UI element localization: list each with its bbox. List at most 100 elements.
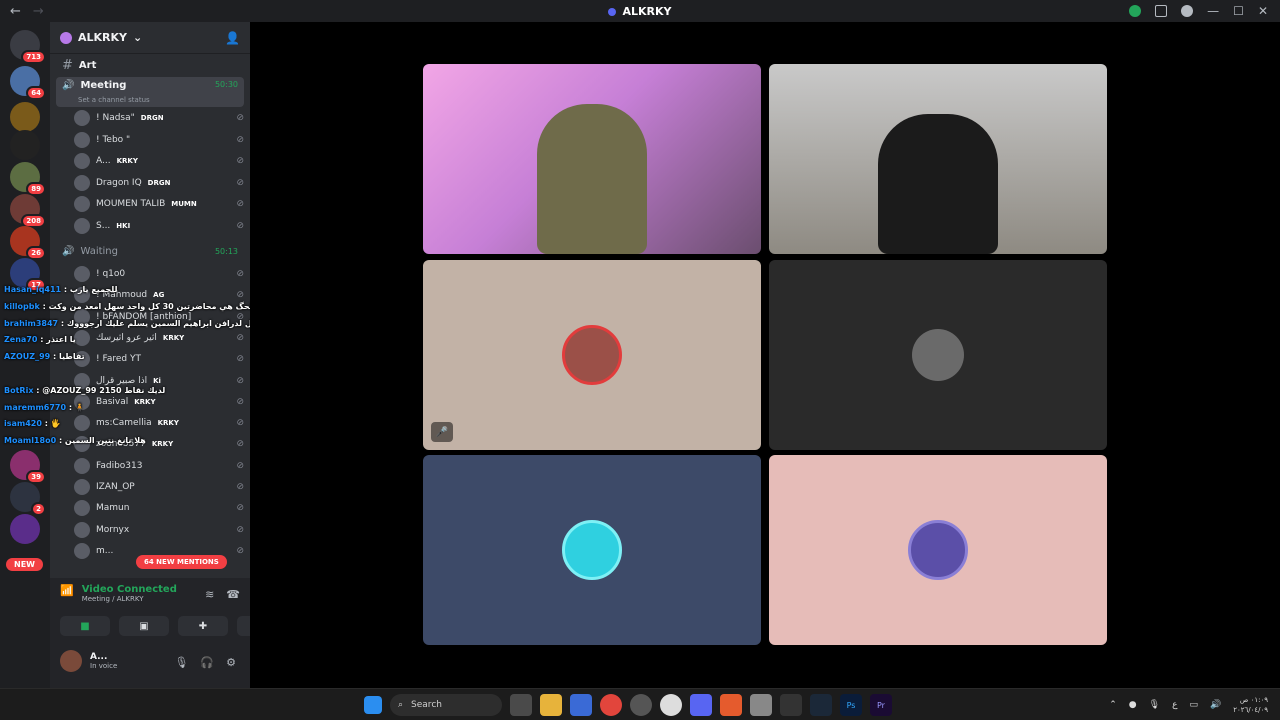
guild-2[interactable] [10, 102, 40, 132]
video-tile-4[interactable] [769, 260, 1107, 450]
avatar [74, 351, 90, 368]
voice-member[interactable]: ! q1o0 ⊘ [74, 264, 244, 284]
voice-member[interactable]: Fadibo313 ⊘ [74, 456, 244, 476]
file-explorer-icon[interactable] [540, 694, 562, 716]
activities-button[interactable]: ✚ [178, 616, 228, 636]
mic-off-icon: ⊘ [236, 375, 244, 386]
close-icon[interactable]: ✕ [1258, 4, 1268, 18]
noise-suppression-icon[interactable]: ≋ [205, 588, 214, 601]
photoshop-icon[interactable]: Ps [840, 694, 862, 716]
help-icon[interactable] [1181, 5, 1194, 17]
voice-member[interactable]: اثير عرو اثيرسك KRKY ⊘ [74, 328, 244, 348]
chrome-icon[interactable] [600, 694, 622, 716]
brave-icon[interactable] [720, 694, 742, 716]
avatar[interactable] [60, 650, 82, 672]
camera-icon: ■ [80, 620, 90, 632]
member-tag: DRGN [140, 114, 164, 122]
screen-share-button[interactable]: ▣ [119, 616, 169, 636]
home-guild[interactable]: 713 [10, 30, 46, 64]
start-button[interactable] [364, 696, 382, 714]
avatar [74, 110, 90, 126]
add-member-icon[interactable]: 👤 [225, 31, 240, 45]
voice-member[interactable]: ! Mahmoud AG ⊘ [74, 285, 244, 305]
new-badge[interactable]: NEW [6, 558, 43, 571]
avatar [74, 287, 90, 304]
mic-off-icon: ⊘ [236, 134, 244, 145]
disconnect-icon[interactable]: ☎ [226, 588, 240, 601]
video-tile-3[interactable]: 🎤 [423, 260, 761, 450]
voice-member[interactable]: ! Nadsa" DRGN ⊘ [74, 108, 244, 128]
guild-7[interactable]: 39 [10, 450, 46, 484]
settings-gear-icon[interactable]: ⚙ [226, 656, 236, 669]
premiere-icon[interactable]: Pr [870, 694, 892, 716]
steam-icon[interactable] [810, 694, 832, 716]
guild-5[interactable]: 26 [10, 226, 46, 260]
inbox-icon[interactable] [1155, 5, 1168, 17]
clock[interactable]: ٠١:٠٩ ص ٢٠٢٦/٠٤/٠٩ [1233, 695, 1268, 715]
server-header[interactable]: ALKRKY ⌄ 👤 [50, 22, 250, 54]
forward-arrow-icon[interactable]: → [33, 4, 44, 19]
capcut-icon[interactable] [780, 694, 802, 716]
guild-4[interactable]: 208 [10, 194, 46, 228]
guild-3[interactable]: 89 [10, 162, 46, 196]
microphone-icon[interactable]: 🎙 [174, 656, 188, 669]
avatar [74, 131, 90, 148]
task-view-icon[interactable] [510, 694, 532, 716]
back-arrow-icon[interactable]: ← [10, 4, 21, 19]
video-tile-2[interactable] [769, 64, 1107, 254]
guild-6[interactable]: 17 [10, 258, 46, 292]
mic-off-icon: ⊘ [236, 269, 244, 279]
channel-status[interactable]: Set a channel status [78, 96, 150, 104]
voice-member[interactable]: Basival KRKY ⊘ [74, 392, 244, 412]
guild-cloud[interactable] [10, 130, 40, 160]
voice-member[interactable]: ! Tebo " ⊘ [74, 130, 244, 150]
channel-art[interactable]: # Art [56, 56, 244, 74]
camera-button[interactable]: ■ [60, 616, 110, 636]
voice-member[interactable]: اذا صبير قرال Ki ⊘ [74, 371, 244, 391]
obs-icon[interactable] [660, 694, 682, 716]
headphones-icon[interactable]: 🎧 [200, 656, 214, 669]
voice-panel: 📶 Video Connected Meeting / ALKRKY ≋ ☎ ■… [50, 578, 287, 688]
user-area[interactable]: A... In voice [60, 650, 117, 672]
voice-member[interactable]: S... HKI ⊘ [74, 216, 244, 236]
video-tile-6[interactable] [769, 455, 1107, 645]
video-tile-5[interactable] [423, 455, 761, 645]
mic-off-icon: ⊘ [236, 332, 244, 343]
maximize-icon[interactable]: ☐ [1233, 4, 1244, 18]
store-icon[interactable] [570, 694, 592, 716]
voice-member[interactable]: Mamun ⊘ [74, 498, 244, 518]
voice-member[interactable]: A... KRKY ⊘ [74, 151, 244, 171]
guild-1[interactable]: 64 [10, 66, 46, 100]
minimize-icon[interactable]: — [1207, 4, 1219, 18]
taskbar-search[interactable]: ⌕ Search [390, 694, 502, 716]
guild-9[interactable] [10, 514, 40, 544]
tray-app-icon[interactable]: ● [1129, 700, 1137, 710]
notepad-icon[interactable] [750, 694, 772, 716]
leaf-update-icon[interactable] [1129, 5, 1142, 17]
voice-member[interactable]: ms:Camellia KRKY ⊘ [74, 413, 244, 433]
member-tag: AG [153, 291, 165, 300]
member-tag: DRGN [147, 178, 171, 187]
chevron-up-icon[interactable]: ⌃ [1109, 700, 1117, 710]
channel-waiting[interactable]: 🔊 Waiting 50:13 [56, 242, 244, 260]
speaker-icon: 🔊 [62, 80, 75, 91]
member-tag: KRKY [116, 157, 138, 165]
guild-8[interactable]: 2 [10, 482, 46, 516]
voice-member[interactable]: ! Fared YT ⊘ [74, 349, 244, 369]
voice-member[interactable]: Mornyx ⊘ [74, 520, 244, 540]
mic-off-icon: ⊘ [236, 439, 244, 450]
mic-muted-icon: 🎤 [431, 422, 453, 442]
video-tile-1[interactable] [423, 64, 761, 254]
volume-icon[interactable]: 🔊 [1210, 700, 1221, 710]
avatar [74, 542, 90, 559]
app-icon[interactable] [630, 694, 652, 716]
discord-taskbar-icon[interactable] [690, 694, 712, 716]
voice-member[interactable]: zoono5577 KRKY ⊘ [74, 434, 244, 454]
microphone-tray-icon[interactable]: 🎙 [1149, 700, 1160, 710]
voice-member[interactable]: Dragon IQ DRGN ⊘ [74, 173, 244, 193]
voice-member[interactable]: IZAN_OP ⊘ [74, 477, 244, 497]
voice-member[interactable]: MOUMEN TALIB MUMN ⊘ [74, 194, 244, 214]
voice-member[interactable]: ! bFANDOM [anthion] ⊘ [74, 307, 244, 327]
new-mentions-badge[interactable]: 64 NEW MENTIONS [136, 555, 227, 569]
network-icon[interactable]: ▭ [1189, 700, 1198, 710]
